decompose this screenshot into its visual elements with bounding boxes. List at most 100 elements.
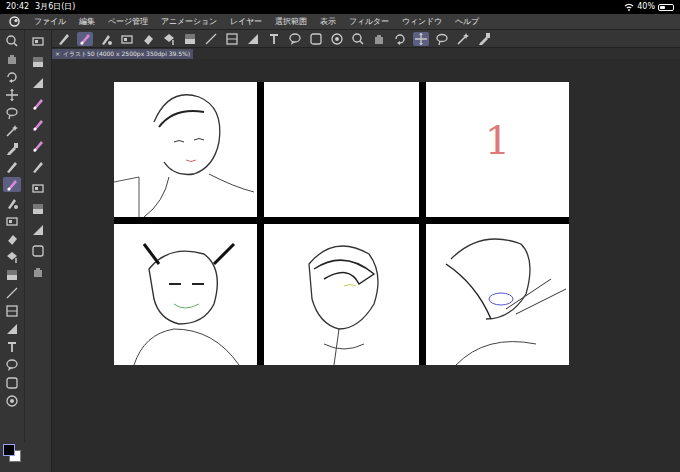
command-button[interactable]	[119, 32, 135, 46]
command-button[interactable]	[434, 32, 450, 46]
tool-icon	[5, 304, 19, 318]
command-button[interactable]	[287, 32, 303, 46]
tool-button[interactable]	[3, 339, 21, 354]
sub-tool-button[interactable]	[29, 54, 47, 69]
command-button[interactable]	[392, 32, 408, 46]
tool-button[interactable]	[3, 267, 21, 282]
sub-tool-icon	[31, 202, 45, 216]
command-button[interactable]	[371, 32, 387, 46]
comic-panel[interactable]	[264, 82, 419, 217]
command-button[interactable]	[455, 32, 471, 46]
tool-icon	[5, 70, 19, 84]
sub-tool-button[interactable]	[29, 33, 47, 48]
tool-icon	[5, 358, 19, 372]
tool-button[interactable]	[3, 105, 21, 120]
tool-button[interactable]	[3, 303, 21, 318]
command-icon	[78, 32, 92, 46]
tool-button[interactable]	[3, 69, 21, 84]
tool-icon	[5, 250, 19, 264]
sub-tool-icon	[31, 34, 45, 48]
sub-tool-button[interactable]	[29, 117, 47, 132]
sub-tool-button[interactable]	[29, 222, 47, 237]
command-button[interactable]	[224, 32, 240, 46]
command-icon	[183, 32, 197, 46]
tool-button[interactable]	[3, 213, 21, 228]
tool-button[interactable]	[3, 51, 21, 66]
app-logo[interactable]	[0, 16, 28, 27]
command-button[interactable]	[203, 32, 219, 46]
document-tabs: ×イラスト50 (4000 x 2500px 350dpi 39.5%)	[52, 48, 680, 59]
sub-tool-button[interactable]	[29, 264, 47, 279]
tool-icon	[5, 340, 19, 354]
command-button[interactable]	[476, 32, 492, 46]
tool-button[interactable]	[3, 321, 21, 336]
comic-page[interactable]: 1	[114, 82, 569, 365]
document-tab[interactable]: ×イラスト50 (4000 x 2500px 350dpi 39.5%)	[52, 49, 193, 59]
sketch-drawing	[114, 224, 257, 365]
command-button[interactable]	[161, 32, 177, 46]
comic-panel[interactable]	[114, 82, 257, 217]
comic-panel[interactable]	[264, 224, 419, 365]
tool-button[interactable]	[3, 141, 21, 156]
tool-button[interactable]	[3, 231, 21, 246]
status-left: 20:423月6日(日)	[6, 3, 75, 11]
command-button[interactable]	[413, 32, 429, 46]
menu-item[interactable]: ヘルプ	[455, 18, 479, 26]
command-button[interactable]	[182, 32, 198, 46]
command-button[interactable]	[329, 32, 345, 46]
menu-item[interactable]: ファイル	[34, 18, 66, 26]
command-button[interactable]	[140, 32, 156, 46]
menu-item[interactable]: 編集	[79, 18, 95, 26]
menu-item[interactable]: ページ管理	[108, 18, 148, 26]
tool-icon	[5, 268, 19, 282]
comic-panel[interactable]	[114, 224, 257, 365]
command-button[interactable]	[56, 32, 72, 46]
command-icon	[225, 32, 239, 46]
tool-button[interactable]	[3, 33, 21, 48]
comic-panel[interactable]: 1	[426, 82, 569, 217]
sub-tool-button[interactable]	[29, 96, 47, 111]
command-button[interactable]	[77, 32, 93, 46]
tool-button[interactable]	[3, 87, 21, 102]
comic-panel[interactable]	[426, 224, 569, 365]
command-button[interactable]	[266, 32, 282, 46]
tool-button[interactable]	[3, 177, 21, 192]
sub-tool-button[interactable]	[29, 201, 47, 216]
command-icon	[267, 32, 281, 46]
menu-item[interactable]: レイヤー	[230, 18, 262, 26]
sub-tool-icon	[31, 97, 45, 111]
tool-button[interactable]	[3, 393, 21, 408]
tool-icon	[5, 394, 19, 408]
command-button[interactable]	[308, 32, 324, 46]
sub-tool-button[interactable]	[29, 75, 47, 90]
tool-button[interactable]	[3, 123, 21, 138]
sub-tool-button[interactable]	[29, 138, 47, 153]
tool-button[interactable]	[3, 375, 21, 390]
sub-tool-icon	[31, 223, 45, 237]
menu-item[interactable]: 表示	[320, 18, 336, 26]
tool-column	[0, 30, 24, 442]
wifi-icon	[624, 3, 634, 11]
tool-button[interactable]	[3, 159, 21, 174]
sub-tool-icon	[31, 265, 45, 279]
tab-close[interactable]: ×	[55, 51, 60, 57]
command-icon	[120, 32, 134, 46]
menu-bar: ファイル 編集 ページ管理 アニメーション レイヤー 選択範囲 表示 フィルター ウィンドウ ヘル…	[0, 14, 680, 30]
menu-item[interactable]: アニメーション	[161, 18, 217, 26]
menu-item[interactable]: 選択範囲	[275, 18, 307, 26]
sub-tool-button[interactable]	[29, 159, 47, 174]
color-swatch[interactable]	[3, 444, 15, 456]
tool-icon	[5, 34, 19, 48]
sub-tool-button[interactable]	[29, 243, 47, 258]
tool-button[interactable]	[3, 285, 21, 300]
menu-item[interactable]: ウィンドウ	[402, 18, 442, 26]
tool-button[interactable]	[3, 195, 21, 210]
command-button[interactable]	[245, 32, 261, 46]
tool-button[interactable]	[3, 357, 21, 372]
command-button[interactable]	[98, 32, 114, 46]
tool-button[interactable]	[3, 249, 21, 264]
menu-item[interactable]: フィルター	[349, 18, 389, 26]
command-icon	[456, 32, 470, 46]
sub-tool-button[interactable]	[29, 180, 47, 195]
command-button[interactable]	[350, 32, 366, 46]
